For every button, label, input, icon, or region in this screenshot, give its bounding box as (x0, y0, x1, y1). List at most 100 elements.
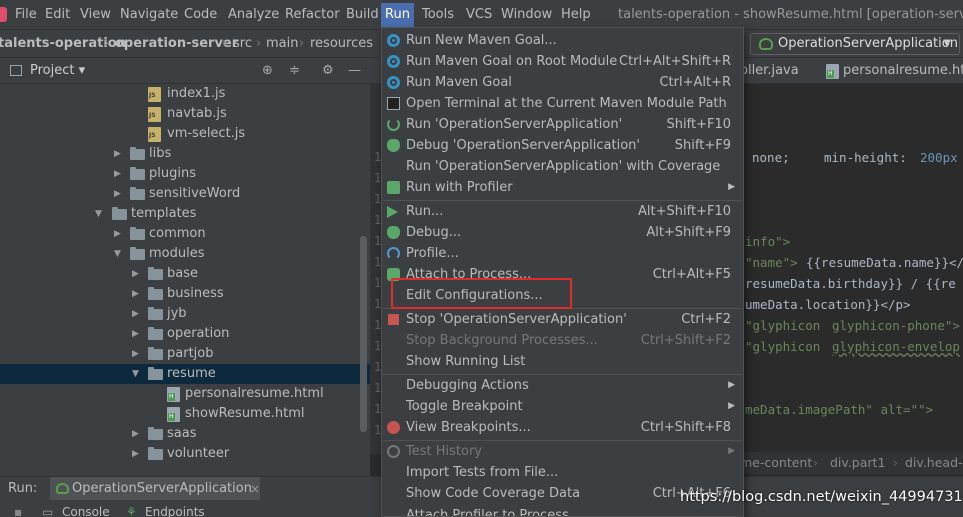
tree-item-partjob[interactable]: ▶ partjob (0, 344, 370, 364)
tree-item-plugins[interactable]: ▶ plugins (0, 164, 370, 184)
menu-navigate[interactable]: Navigate (120, 5, 178, 25)
menu-tools[interactable]: Tools (422, 5, 454, 25)
menu-item-run-with-coverage[interactable]: Run 'OperationServerApplication' with Co… (382, 156, 743, 177)
tree-item-base[interactable]: ▶ base (0, 264, 370, 284)
menu-item-run-maven-goal-root[interactable]: Run Maven Goal on Root Module Ctrl+Alt+S… (382, 51, 743, 72)
menu-item-run-new-maven-goal[interactable]: Run New Maven Goal... (382, 30, 743, 51)
run-tab[interactable]: OperationServerApplication × (50, 477, 260, 501)
run-configuration-selector[interactable]: OperationServerApplication ▼ (750, 33, 960, 55)
tree-item-navtab[interactable]: navtab.js (0, 104, 370, 124)
menu-item-label: Test History (406, 444, 482, 459)
menu-analyze[interactable]: Analyze (228, 5, 279, 25)
menu-shortcut: Ctrl+Alt+Shift+R (619, 54, 731, 69)
tree-item-label: navtab.js (167, 106, 227, 121)
menu-build[interactable]: Build (346, 5, 379, 25)
breadcrumb-src[interactable]: src (233, 35, 252, 53)
tree-item-libs[interactable]: ▶ libs (0, 144, 370, 164)
tab-controller-java[interactable]: oller.java (740, 62, 799, 80)
hide-icon[interactable]: — (348, 62, 361, 80)
menu-shortcut: Ctrl+Alt+R (659, 75, 731, 90)
menu-run[interactable]: Run (381, 3, 414, 27)
menu-shortcut: Alt+Shift+F10 (638, 204, 731, 219)
menu-code[interactable]: Code (184, 5, 217, 25)
collapse-all-icon[interactable]: ≑ (289, 62, 300, 80)
menu-edit[interactable]: Edit (45, 5, 70, 25)
tree-item-personalresume[interactable]: personalresume.html (0, 384, 370, 404)
project-tree: index1.js navtab.js vm-select.js ▶ libs … (0, 84, 370, 476)
menu-item-open-terminal[interactable]: Open Terminal at the Current Maven Modul… (382, 93, 743, 114)
menu-item-test-history: Test History ▶ (382, 441, 743, 462)
tree-item-templates[interactable]: ▼ templates (0, 204, 370, 224)
menu-item-import-tests[interactable]: Import Tests from File... (382, 462, 743, 483)
menu-help[interactable]: Help (561, 5, 591, 25)
chevron-right-icon[interactable]: ▶ (132, 444, 139, 464)
tab-console[interactable]: Console (62, 505, 110, 517)
menu-window[interactable]: Window (501, 5, 552, 25)
breadcrumb-main[interactable]: main (266, 35, 298, 53)
menu-item-run[interactable]: Run... Alt+Shift+F10 (382, 201, 743, 222)
menu-item-stop-app[interactable]: Stop 'OperationServerApplication' Ctrl+F… (382, 309, 743, 330)
chevron-right-icon[interactable]: ▶ (114, 184, 121, 204)
menu-vcs[interactable]: VCS (466, 5, 492, 25)
menu-file[interactable]: File (15, 5, 37, 25)
project-panel-title[interactable]: Project ▾ (30, 62, 85, 80)
chevron-right-icon[interactable]: ▶ (132, 424, 139, 444)
chevron-right-icon[interactable]: ▶ (132, 344, 139, 364)
tab-personalresume[interactable]: personalresume.htm (843, 62, 963, 80)
menu-item-debug-app[interactable]: Debug 'OperationServerApplication' Shift… (382, 135, 743, 156)
chevron-right-icon[interactable]: ▶ (114, 224, 121, 244)
tree-item-volunteer[interactable]: ▶ volunteer (0, 444, 370, 464)
tree-item-common[interactable]: ▶ common (0, 224, 370, 244)
tree-item-saas[interactable]: ▶ saas (0, 424, 370, 444)
menu-item-label: Import Tests from File... (406, 465, 559, 480)
menu-item-label: Run with Profiler (406, 180, 513, 195)
tab-endpoints[interactable]: Endpoints (145, 505, 205, 517)
project-tree-scrollbar[interactable] (360, 236, 367, 432)
chevron-right-icon[interactable]: ▶ (132, 324, 139, 344)
menu-item-run-maven-goal[interactable]: Run Maven Goal Ctrl+Alt+R (382, 72, 743, 93)
submenu-arrow-icon: ▶ (728, 401, 735, 411)
chevron-right-icon[interactable]: ▶ (132, 304, 139, 324)
menu-item-attach-profiler[interactable]: Attach Profiler to Process (382, 505, 743, 516)
gear-icon (387, 76, 400, 89)
breadcrumb-resources[interactable]: resources (310, 35, 373, 53)
locate-icon[interactable]: ⊕ (262, 62, 273, 80)
gear-icon (387, 34, 400, 47)
menu-item-label: Run New Maven Goal... (406, 33, 557, 48)
tree-item-index1[interactable]: index1.js (0, 84, 370, 104)
tree-item-label: templates (131, 206, 197, 221)
menu-view[interactable]: View (80, 5, 111, 25)
stop-icon[interactable]: ▪ (14, 505, 22, 517)
menu-item-profile[interactable]: Profile... (382, 243, 743, 264)
editor-breadcrumb-item[interactable]: div.head-a (905, 455, 963, 471)
tree-item-modules[interactable]: ▼ modules (0, 244, 370, 264)
menu-refactor[interactable]: Refactor (285, 5, 340, 25)
chevron-down-icon[interactable]: ▼ (114, 244, 121, 264)
chevron-right-icon[interactable]: ▶ (114, 164, 121, 184)
menu-item-run-with-profiler[interactable]: Run with Profiler ▶ (382, 177, 743, 198)
menu-item-show-running-list[interactable]: Show Running List (382, 351, 743, 372)
menu-item-debug[interactable]: Debug... Alt+Shift+F9 (382, 222, 743, 243)
tree-item-business[interactable]: ▶ business (0, 284, 370, 304)
close-icon[interactable]: × (250, 480, 260, 498)
breadcrumb-module[interactable]: operation-server (115, 35, 238, 53)
menu-item-toggle-breakpoint[interactable]: Toggle Breakpoint ▶ (382, 396, 743, 417)
tree-item-showresume[interactable]: showResume.html (0, 404, 370, 424)
menu-item-view-breakpoints[interactable]: View Breakpoints... Ctrl+Shift+F8 (382, 417, 743, 438)
tree-item-vm-select[interactable]: vm-select.js (0, 124, 370, 144)
editor-breadcrumb-item[interactable]: me-content (740, 455, 812, 471)
menu-item-run-app[interactable]: Run 'OperationServerApplication' Shift+F… (382, 114, 743, 135)
chevron-down-icon[interactable]: ▼ (95, 204, 102, 224)
editor-breadcrumb-item[interactable]: div.part1 (830, 455, 885, 471)
chevron-right-icon[interactable]: ▶ (132, 284, 139, 304)
menu-item-debugging-actions[interactable]: Debugging Actions ▶ (382, 375, 743, 396)
tree-item-resume[interactable]: ▼ resume (0, 364, 370, 384)
chevron-right-icon[interactable]: ▶ (132, 264, 139, 284)
tree-item-jyb[interactable]: ▶ jyb (0, 304, 370, 324)
gear-icon[interactable]: ⚙ (322, 62, 334, 80)
folder-icon (130, 227, 145, 240)
tree-item-operation[interactable]: ▶ operation (0, 324, 370, 344)
chevron-down-icon[interactable]: ▼ (132, 364, 139, 384)
tree-item-sensitiveword[interactable]: ▶ sensitiveWord (0, 184, 370, 204)
chevron-right-icon[interactable]: ▶ (114, 144, 121, 164)
